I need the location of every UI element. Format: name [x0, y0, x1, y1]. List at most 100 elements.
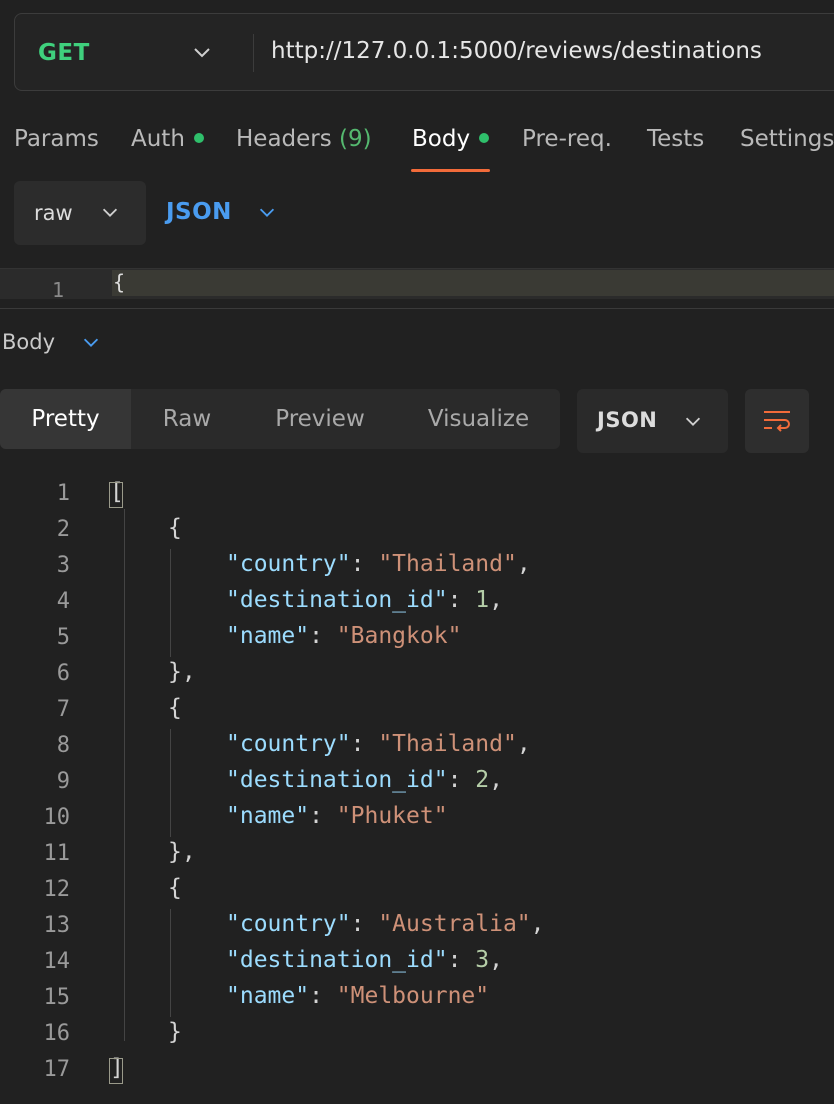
status-dot	[193, 132, 204, 143]
json-punctuation: ,	[489, 947, 503, 973]
status-dot	[479, 132, 490, 143]
tab-tests[interactable]: Tests	[647, 126, 704, 152]
code-line: {	[168, 875, 182, 901]
line-number: 1	[52, 278, 65, 302]
line-number: 3	[56, 553, 70, 578]
json-punctuation: },	[168, 659, 196, 685]
active-line-highlight	[112, 270, 834, 296]
code-line: "destination_id": 2,	[226, 767, 503, 793]
json-string: "Bangkok"	[336, 623, 462, 649]
method-select[interactable]: GET	[38, 40, 90, 66]
active-tab-indicator	[411, 169, 490, 172]
json-punctuation: :	[309, 623, 337, 649]
indent-guide	[170, 549, 171, 657]
json-punctuation: :	[309, 983, 337, 1009]
json-punctuation: ,	[516, 731, 531, 757]
json-key: "name"	[226, 803, 310, 829]
json-key: "destination_id"	[226, 587, 448, 613]
tab-label: Auth	[131, 126, 185, 152]
json-number: 2	[475, 767, 490, 793]
line-number: 7	[56, 697, 70, 722]
json-string: "Melbourne"	[336, 983, 490, 1009]
json-punctuation: {	[168, 875, 182, 901]
chevron-down-icon[interactable]	[190, 40, 214, 64]
json-punctuation: ,	[489, 587, 503, 613]
wrap-lines-icon	[764, 411, 790, 432]
line-number: 12	[43, 877, 71, 902]
tab-headers[interactable]: Headers (9)	[236, 126, 372, 152]
json-string: "Thailand"	[378, 551, 517, 577]
json-number: 3	[475, 947, 490, 973]
line-number: 4	[56, 589, 70, 614]
chevron-down-icon[interactable]	[80, 331, 102, 353]
chevron-down-icon[interactable]	[682, 410, 704, 432]
code-line: "name": "Melbourne"	[226, 983, 489, 1009]
tab-label: Tests	[647, 126, 705, 152]
bracket-match-highlight	[109, 482, 123, 508]
json-punctuation: :	[447, 947, 476, 973]
line-number: 11	[43, 841, 71, 866]
tab-label: Headers	[236, 126, 332, 152]
json-string: "Phuket"	[336, 803, 448, 829]
line-number: 9	[56, 769, 70, 794]
url-input[interactable]: http://127.0.0.1:5000/reviews/destinatio…	[271, 38, 762, 64]
line-number: 13	[43, 913, 71, 938]
tab-auth[interactable]: Auth	[131, 126, 204, 152]
code-line: "destination_id": 1,	[226, 587, 503, 613]
view-tab-visualize[interactable]: Visualize	[397, 389, 560, 449]
chevron-down-icon[interactable]	[99, 201, 121, 223]
code-line: "name": "Bangkok"	[226, 623, 461, 649]
line-number: 1	[56, 481, 70, 506]
line-number: 14	[43, 949, 71, 974]
pane-divider[interactable]	[0, 308, 834, 309]
json-key: "destination_id"	[226, 767, 448, 793]
view-tab-pretty[interactable]: Pretty	[0, 389, 131, 449]
line-number: 6	[56, 661, 70, 686]
code-line: "destination_id": 3,	[226, 947, 503, 973]
tab-label: Pre-req.	[522, 126, 612, 152]
line-number: 10	[43, 805, 71, 830]
json-key: "name"	[226, 623, 310, 649]
code-line: },	[168, 839, 196, 865]
code-line: "country": "Thailand",	[226, 731, 531, 757]
indent-guide	[170, 729, 171, 837]
url-divider	[253, 34, 254, 72]
line-number: 15	[43, 985, 71, 1010]
code-line: }	[168, 1019, 182, 1045]
indent-guide	[124, 509, 125, 1041]
tab-settings[interactable]: Settings	[740, 126, 834, 152]
json-string: "Australia"	[378, 911, 531, 937]
json-number: 1	[475, 587, 490, 613]
tab-label: Settings	[740, 126, 834, 152]
line-number: 2	[56, 517, 70, 542]
line-number: 17	[43, 1057, 71, 1082]
chevron-down-icon[interactable]	[256, 201, 278, 223]
indent-guide	[170, 909, 171, 1017]
code-line: {	[168, 515, 182, 541]
json-punctuation: ,	[516, 551, 531, 577]
json-key: "country"	[226, 551, 351, 577]
tab-body[interactable]: Body	[412, 126, 490, 152]
response-section-label[interactable]: Body	[2, 330, 55, 354]
line-number: 16	[43, 1021, 71, 1046]
json-punctuation: ,	[530, 911, 545, 937]
json-punctuation: :	[350, 551, 379, 577]
json-punctuation: {	[168, 695, 182, 721]
line-number: 8	[56, 733, 70, 758]
view-tab-preview[interactable]: Preview	[243, 389, 397, 449]
line-number: 5	[56, 625, 70, 650]
tab-label: Params	[14, 126, 99, 152]
json-punctuation: :	[350, 731, 379, 757]
json-key: "country"	[226, 911, 351, 937]
json-string: "Thailand"	[378, 731, 517, 757]
code-line: {	[168, 695, 182, 721]
tab-label: Body	[412, 126, 471, 152]
json-punctuation: :	[309, 803, 337, 829]
view-tab-raw[interactable]: Raw	[131, 389, 243, 449]
json-punctuation: }	[168, 1019, 182, 1045]
tab-pre-request[interactable]: Pre-req.	[522, 126, 612, 152]
response-format-label: JSON	[597, 408, 658, 432]
json-key: "name"	[226, 983, 310, 1009]
body-language-select[interactable]: JSON	[166, 199, 232, 225]
tab-params[interactable]: Params	[14, 126, 99, 152]
